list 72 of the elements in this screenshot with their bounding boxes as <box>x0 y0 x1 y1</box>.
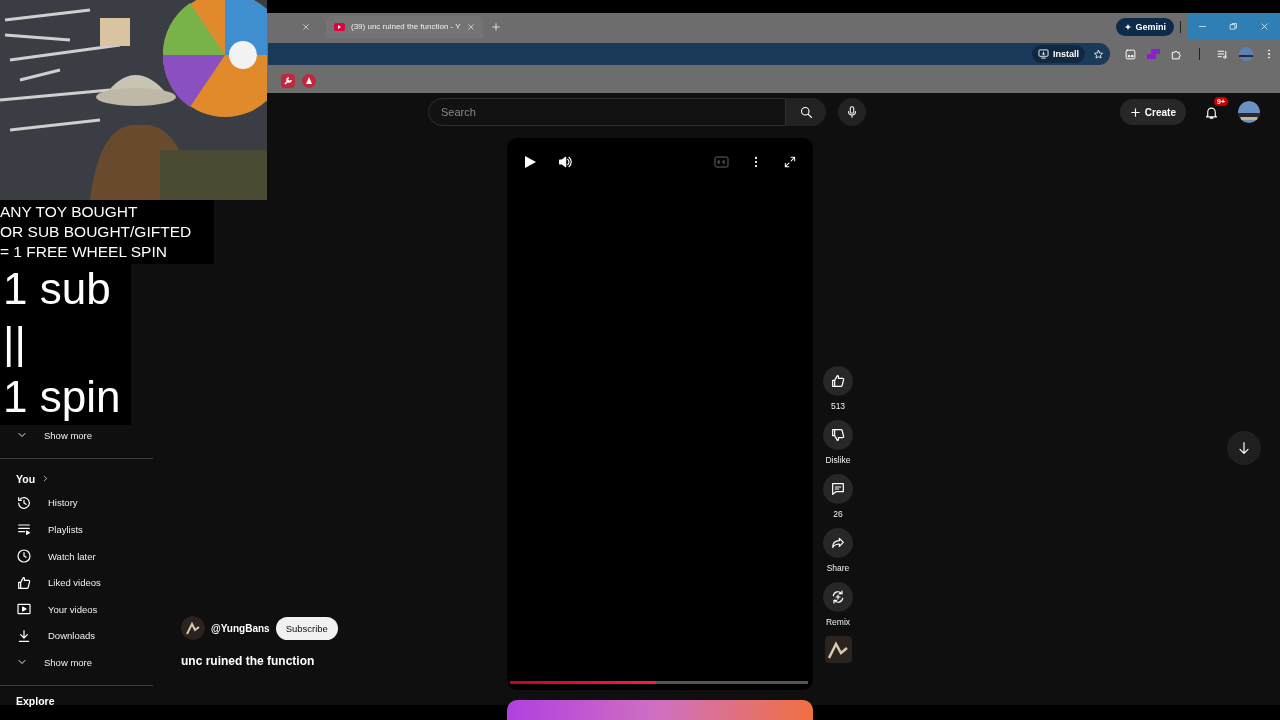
volume-icon <box>557 154 573 170</box>
you-heading[interactable]: You <box>0 467 153 490</box>
star-icon <box>1093 48 1104 60</box>
comments-button[interactable] <box>823 474 853 504</box>
restore-icon <box>1229 22 1238 31</box>
fullscreen-icon <box>783 155 797 169</box>
overlay-text: 1 sub <box>2 263 111 315</box>
thumbs-down-icon <box>830 427 846 443</box>
plus-icon <box>1129 106 1141 118</box>
close-icon <box>466 22 475 31</box>
video-icon <box>334 22 345 31</box>
download-icon <box>16 627 32 644</box>
overlay-caption: = 1 FREE WHEEL SPIN <box>0 242 168 262</box>
channel-name[interactable]: @YungBans <box>211 622 270 634</box>
close-icon <box>302 22 310 31</box>
play-icon[interactable] <box>523 155 537 169</box>
next-button[interactable] <box>1227 431 1261 465</box>
remix-icon <box>830 589 846 605</box>
like-button[interactable] <box>823 366 853 396</box>
install-button[interactable]: Install <box>1032 45 1085 63</box>
overlay-caption: OR SUB BOUGHT/GIFTED <box>0 222 193 242</box>
sidebar-item[interactable]: Liked videos <box>0 569 153 596</box>
sparkle-icon <box>1124 22 1133 31</box>
search-button[interactable] <box>786 98 826 126</box>
action-label: 513 <box>830 401 846 411</box>
action-label: Share <box>826 563 850 573</box>
sidebar-item[interactable]: Your videos <box>0 595 153 623</box>
sound-thumbnail[interactable] <box>824 636 852 663</box>
action-label: Dislike <box>825 455 851 465</box>
clock-icon <box>16 548 32 565</box>
bookmark-icon[interactable] <box>302 73 316 88</box>
overlay-text: || <box>2 317 26 369</box>
sidebar-item[interactable]: Watch later <box>0 542 153 570</box>
remix-button[interactable] <box>823 582 853 612</box>
profile-avatar-icon[interactable] <box>1239 47 1253 61</box>
microphone-button[interactable] <box>838 98 866 126</box>
overlay-text: 1 spin <box>2 371 121 423</box>
create-button[interactable]: Create <box>1119 99 1186 125</box>
wrench-icon[interactable] <box>281 73 295 88</box>
sidebar-item[interactable]: History <box>0 489 153 517</box>
show-more-item[interactable]: Show more <box>0 649 153 676</box>
share-icon <box>830 535 846 551</box>
channel-avatar[interactable] <box>181 616 205 640</box>
playlist-icon <box>16 521 32 538</box>
bell-icon <box>1203 104 1219 120</box>
overlay-caption: ANY TOY BOUGHT <box>0 202 139 222</box>
history-icon <box>16 494 32 511</box>
address-bar[interactable]: Install <box>268 43 1110 65</box>
sidebar-item[interactable]: Playlists <box>0 516 153 543</box>
close-icon <box>1260 22 1269 31</box>
thumbs-up-icon <box>16 574 32 591</box>
new-tab-icon <box>490 21 501 32</box>
microphone-icon <box>845 105 859 119</box>
install-icon <box>1038 49 1049 59</box>
action-label: 26 <box>833 509 843 519</box>
section-heading: Explore <box>15 694 56 707</box>
show-more-item[interactable]: Show more <box>0 422 153 449</box>
search-field[interactable]: Search <box>428 98 786 126</box>
share-button[interactable] <box>823 528 853 558</box>
subscribe-button[interactable]: Subscribe <box>275 616 338 640</box>
action-label: Remix <box>825 617 851 627</box>
arrow-down-icon <box>1236 440 1252 456</box>
browser-tab[interactable]: (39) unc ruined the function - Y <box>326 15 483 38</box>
media-icon <box>1124 47 1137 61</box>
profile-avatar[interactable] <box>1238 101 1260 123</box>
comment-icon <box>830 481 846 497</box>
search-icon <box>798 104 814 120</box>
video-title: unc ruined the function <box>181 654 316 668</box>
sidebar-item[interactable]: Downloads <box>0 622 153 650</box>
dislike-button[interactable] <box>823 420 853 450</box>
thumbs-up-icon <box>830 373 846 389</box>
gemini-button[interactable]: Gemini <box>1116 17 1174 36</box>
